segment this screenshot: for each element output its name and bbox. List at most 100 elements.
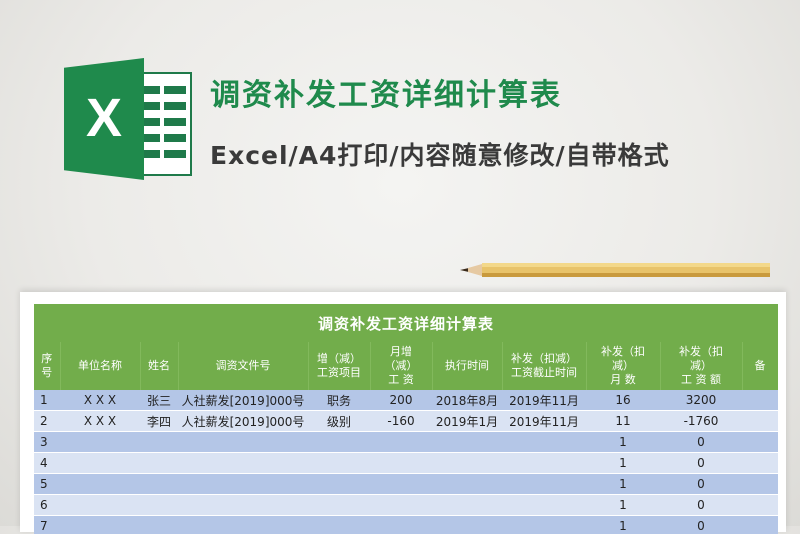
table-cell[interactable] [140,432,178,453]
table-cell[interactable] [140,453,178,474]
table-cell[interactable] [178,516,308,534]
table-cell[interactable] [432,474,502,495]
table-cell[interactable] [502,474,586,495]
table-cell[interactable]: 3200 [660,390,742,411]
table-cell[interactable] [742,516,778,534]
table-cell[interactable]: 11 [586,411,660,432]
table-cell[interactable]: 2018年8月 [432,390,502,411]
table-cell[interactable]: 1 [586,432,660,453]
table-cell[interactable] [502,453,586,474]
table-cell[interactable] [432,432,502,453]
table-cell[interactable] [308,453,370,474]
table-cell[interactable]: 6 [34,495,60,516]
column-header[interactable]: 补发（扣减） 工资截止时间 [502,342,586,390]
table-cell[interactable]: 李四 [140,411,178,432]
column-header[interactable]: 序 号 [34,342,60,390]
table-cell[interactable]: 张三 [140,390,178,411]
table-cell[interactable] [178,453,308,474]
table-cell[interactable] [370,495,432,516]
table-cell[interactable]: 0 [660,495,742,516]
table-cell[interactable]: -160 [370,411,432,432]
table-cell[interactable] [370,453,432,474]
table-cell[interactable] [308,516,370,534]
table-cell[interactable] [502,432,586,453]
table-cell[interactable]: 2 [34,411,60,432]
table-cell[interactable] [308,474,370,495]
table-cell[interactable]: 0 [660,516,742,534]
table-cell[interactable]: 1 [34,390,60,411]
table-cell[interactable] [308,432,370,453]
column-header[interactable]: 月增 （减） 工 资 [370,342,432,390]
sheet-banner-title: 调资补发工资详细计算表 [34,304,778,342]
table-cell[interactable] [742,390,778,411]
table-row: 7 10 [34,516,778,534]
column-header[interactable]: 补发（扣 减） 工 资 额 [660,342,742,390]
table-row: 6 10 [34,495,778,516]
table-cell[interactable] [432,495,502,516]
table-cell[interactable]: 人社薪发[2019]000号 [178,390,308,411]
table-cell[interactable]: 2019年1月 [432,411,502,432]
column-header[interactable]: 补发（扣 减） 月 数 [586,342,660,390]
column-header[interactable]: 备 [742,342,778,390]
table-cell[interactable] [308,495,370,516]
table-cell[interactable] [370,432,432,453]
pencil-icon [460,258,770,282]
table-cell[interactable]: 人社薪发[2019]000号 [178,411,308,432]
table-cell[interactable] [60,516,140,534]
table-cell[interactable] [432,453,502,474]
table-cell[interactable]: 1 [586,516,660,534]
column-header[interactable]: 姓名 [140,342,178,390]
table-cell[interactable]: 0 [660,474,742,495]
table-cell[interactable]: X X X [60,390,140,411]
table-cell[interactable] [140,474,178,495]
table-cell[interactable]: 2019年11月 [502,390,586,411]
table-cell[interactable] [60,432,140,453]
table-cell[interactable]: 0 [660,453,742,474]
table-cell[interactable]: 3 [34,432,60,453]
table-cell[interactable]: 2019年11月 [502,411,586,432]
table-cell[interactable] [140,516,178,534]
excel-logo-icon: X [64,58,194,180]
table-cell[interactable]: X X X [60,411,140,432]
table-cell[interactable]: 1 [586,474,660,495]
column-header[interactable]: 执行时间 [432,342,502,390]
table-cell[interactable]: 级别 [308,411,370,432]
salary-table: 序 号单位名称姓名调资文件号增（减） 工资项目月增 （减） 工 资执行时间补发（… [34,342,778,534]
table-cell[interactable] [60,474,140,495]
table-cell[interactable] [432,516,502,534]
table-cell[interactable] [178,495,308,516]
table-cell[interactable]: 4 [34,453,60,474]
table-cell[interactable] [370,516,432,534]
table-cell[interactable] [370,474,432,495]
table-row: 1X X X张三人社薪发[2019]000号职务2002018年8月2019年1… [34,390,778,411]
table-cell[interactable]: 0 [660,432,742,453]
spreadsheet: 调资补发工资详细计算表 序 号单位名称姓名调资文件号增（减） 工资项目月增 （减… [34,304,778,534]
page-title: 调资补发工资详细计算表 [210,70,562,114]
table-cell[interactable] [60,453,140,474]
table-cell[interactable]: -1760 [660,411,742,432]
table-cell[interactable]: 7 [34,516,60,534]
table-cell[interactable] [178,474,308,495]
table-cell[interactable] [742,411,778,432]
table-cell[interactable]: 16 [586,390,660,411]
table-header-row: 序 号单位名称姓名调资文件号增（减） 工资项目月增 （减） 工 资执行时间补发（… [34,342,778,390]
table-row: 2X X X李四人社薪发[2019]000号级别-1602019年1月2019年… [34,411,778,432]
table-cell[interactable] [502,495,586,516]
table-cell[interactable] [502,516,586,534]
column-header[interactable]: 增（减） 工资项目 [308,342,370,390]
column-header[interactable]: 单位名称 [60,342,140,390]
table-row: 5 10 [34,474,778,495]
table-cell[interactable] [178,432,308,453]
table-cell[interactable] [742,432,778,453]
table-cell[interactable]: 5 [34,474,60,495]
table-cell[interactable] [742,474,778,495]
table-cell[interactable]: 1 [586,495,660,516]
table-cell[interactable] [60,495,140,516]
table-cell[interactable]: 职务 [308,390,370,411]
table-cell[interactable] [742,495,778,516]
table-cell[interactable] [742,453,778,474]
table-cell[interactable] [140,495,178,516]
table-cell[interactable]: 200 [370,390,432,411]
table-cell[interactable]: 1 [586,453,660,474]
column-header[interactable]: 调资文件号 [178,342,308,390]
